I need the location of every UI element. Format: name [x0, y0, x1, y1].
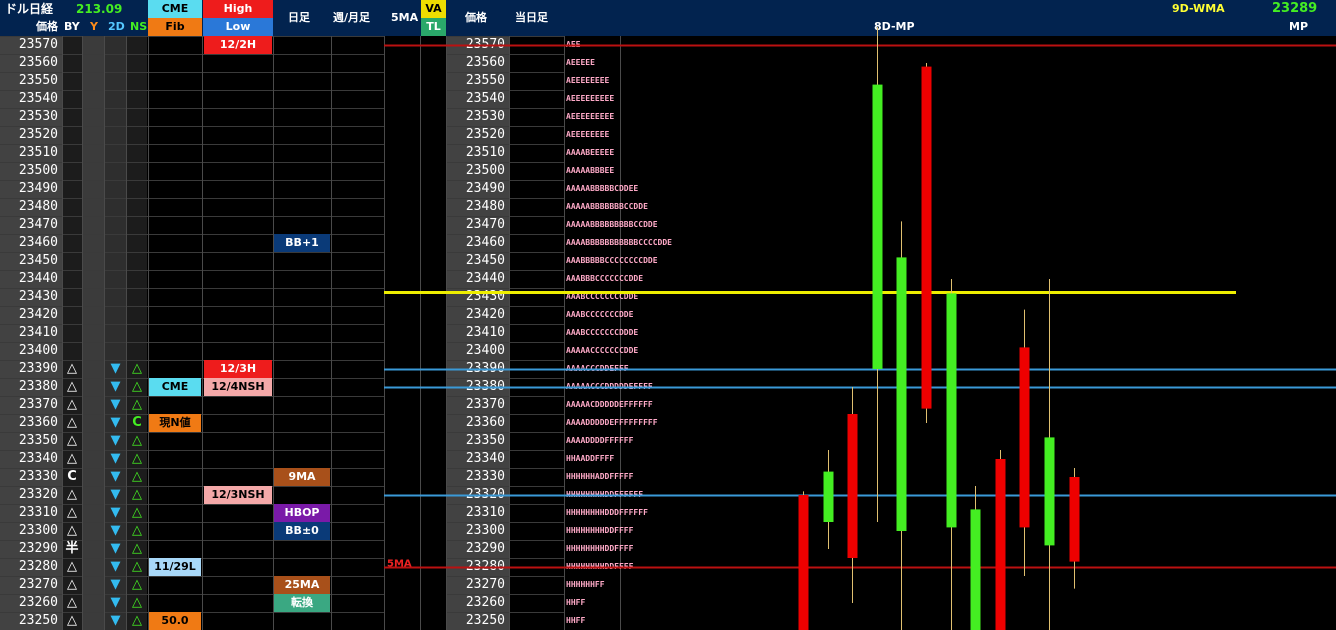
candle-down: [1069, 477, 1080, 562]
candle-up: [896, 257, 907, 531]
candle-up: [872, 84, 883, 369]
5ma-line-label: 5MA: [387, 559, 412, 570]
candle-up: [1044, 437, 1055, 546]
candlestick-chart: 5MA: [384, 27, 1336, 630]
trading-board: ドル日経 213.09 価格 BY Y 2D NS CME Fib High L…: [0, 0, 1336, 630]
candle-up: [823, 471, 834, 522]
candle-down: [995, 459, 1006, 630]
candle-down: [1019, 347, 1030, 528]
candle-down: [847, 414, 858, 558]
candle-up: [946, 293, 957, 528]
candle-up: [970, 509, 981, 630]
candle-down: [921, 66, 932, 409]
candle-down: [798, 495, 809, 630]
